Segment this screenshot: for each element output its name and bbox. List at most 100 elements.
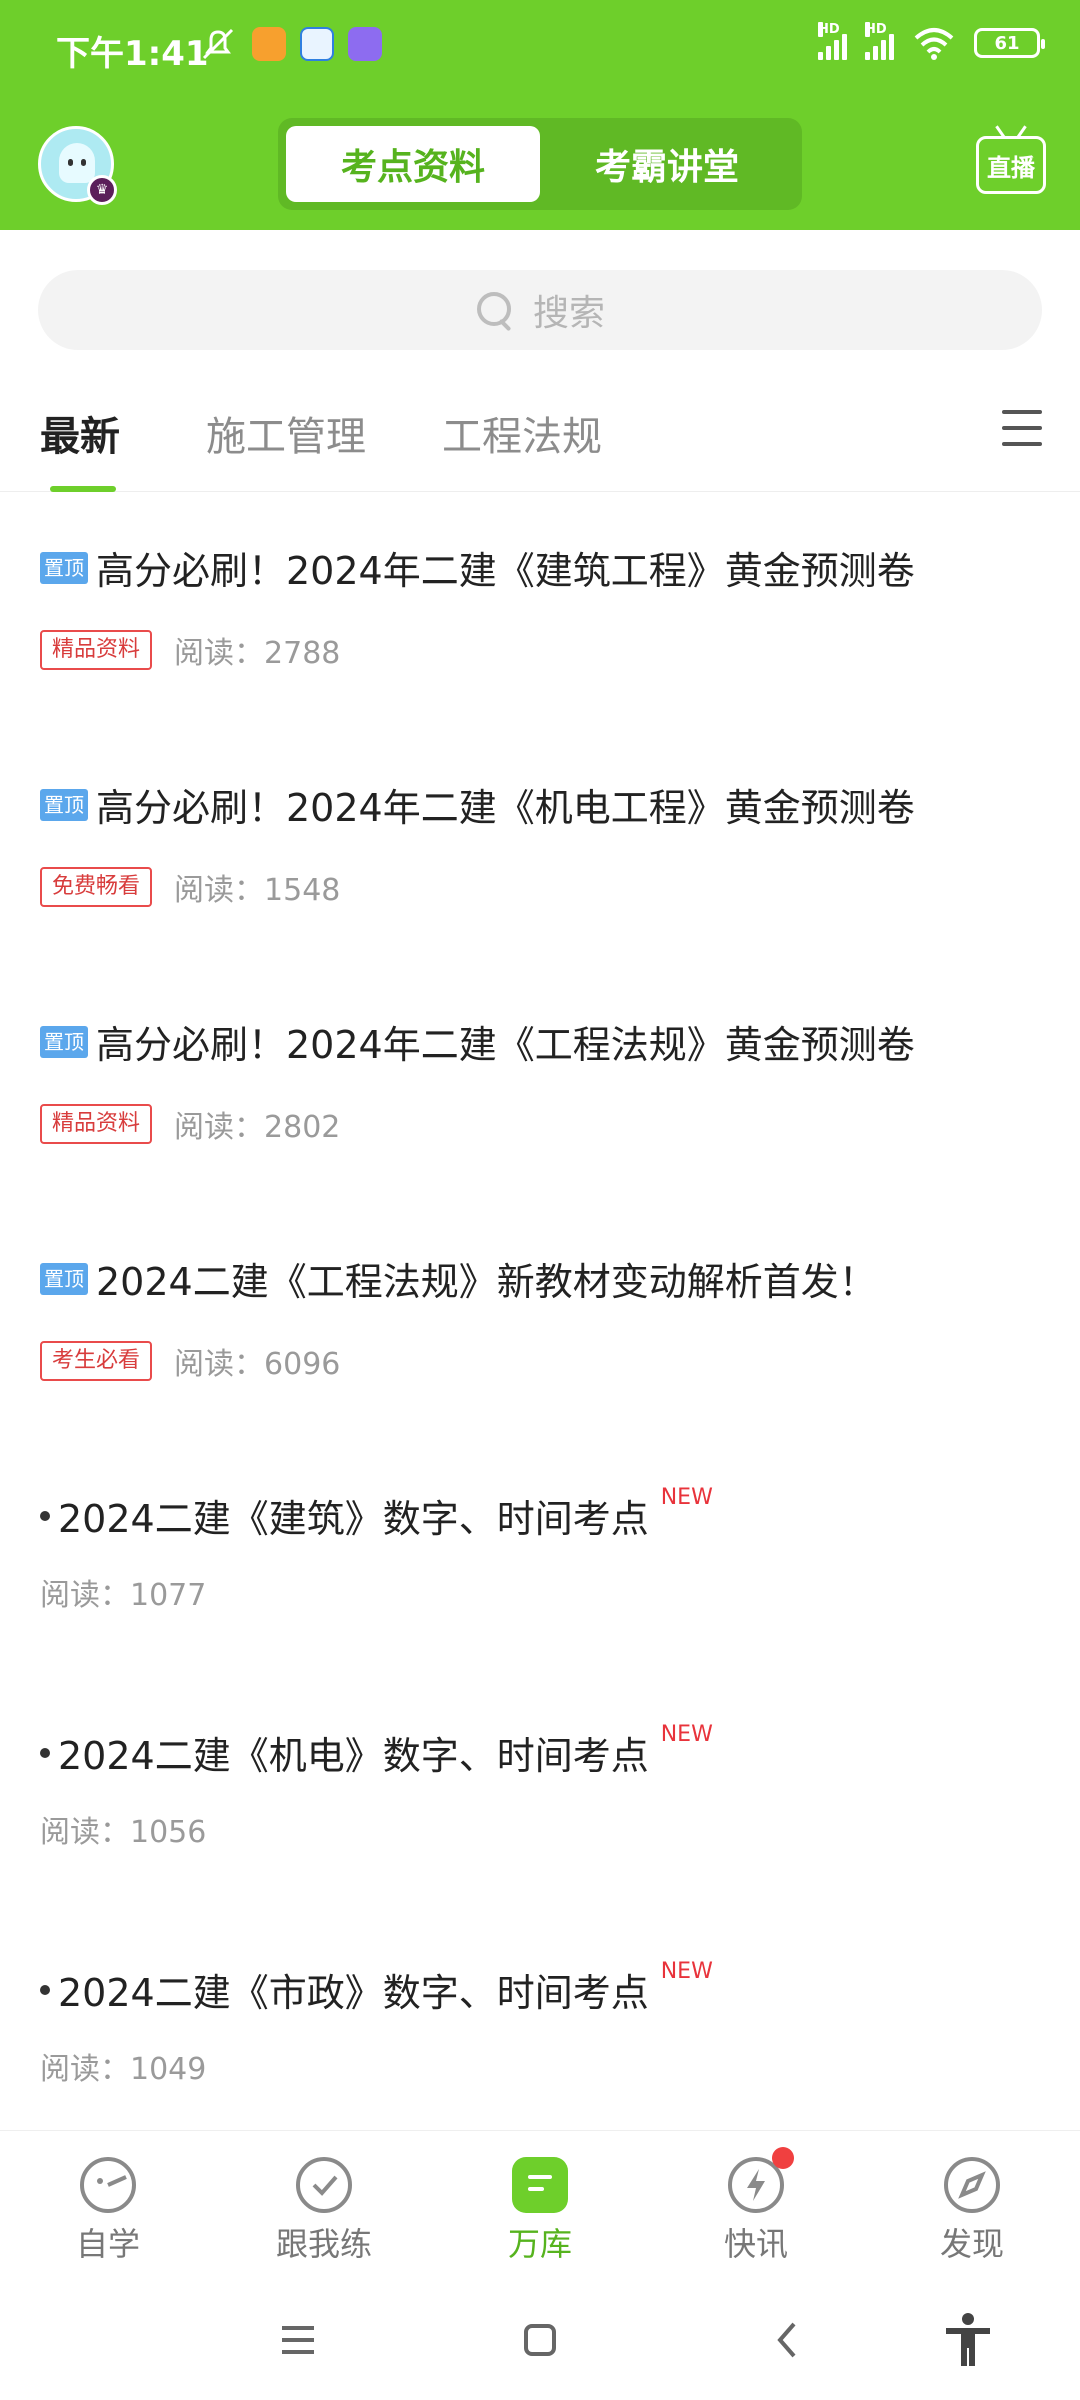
bullet-dot xyxy=(40,1747,50,1758)
new-badge: NEW xyxy=(660,1722,713,1747)
tab-kaodian-ziliao[interactable]: 考点资料 xyxy=(286,126,540,202)
list-item[interactable]: 2024二建《市政》数字、时间考点 NEW 阅读：1049 xyxy=(0,1916,1080,2153)
pinned-badge: 置顶 xyxy=(40,1025,88,1058)
read-count: 阅读：1056 xyxy=(40,1815,207,1850)
mute-bell-icon xyxy=(202,28,234,60)
live-tv-button[interactable]: 直播 xyxy=(976,136,1046,194)
nav-label: 发现 xyxy=(939,2225,1004,2263)
bullet-dot xyxy=(40,1984,50,1995)
category-tabs: 最新 施工管理 工程法规 xyxy=(0,380,1080,492)
compass-icon xyxy=(944,2157,1000,2213)
new-badge: NEW xyxy=(660,1485,713,1510)
pinned-badge: 置顶 xyxy=(40,551,88,584)
tab-engineering-regulations[interactable]: 工程法规 xyxy=(442,404,602,462)
tab-kaoba-jiangtang[interactable]: 考霸讲堂 xyxy=(540,126,794,202)
bullet-dot xyxy=(40,1510,50,1521)
notification-dot xyxy=(772,2147,794,2169)
article-meta: 精品资料 阅读：2802 xyxy=(40,1102,340,1146)
app-notification-icon-purple xyxy=(348,27,382,61)
nav-item-library[interactable]: 万库 xyxy=(460,2157,620,2265)
article-title: 高分必刷！2024年二建《建筑工程》黄金预测卷 xyxy=(96,549,915,593)
article-title-row: 置顶 2024二建《工程法规》新教材变动解析首发！ xyxy=(40,1251,877,1306)
article-title: 2024二建《工程法规》新教材变动解析首发！ xyxy=(96,1260,877,1304)
article-meta: 考生必看 阅读：6096 xyxy=(40,1339,340,1383)
nav-label: 快讯 xyxy=(723,2225,788,2263)
avatar-face xyxy=(59,143,95,183)
menu-icon[interactable] xyxy=(1002,410,1042,446)
tab-latest[interactable]: 最新 xyxy=(40,404,120,462)
read-count: 阅读：1548 xyxy=(174,873,341,908)
recent-apps-icon[interactable] xyxy=(274,2316,322,2364)
read-count: 阅读：6096 xyxy=(174,1347,341,1382)
list-item[interactable]: 2024二建《建筑》数字、时间考点 NEW 阅读：1077 xyxy=(0,1442,1080,1679)
nav-label: 万库 xyxy=(507,2225,572,2263)
read-count: 阅读：2802 xyxy=(174,1110,341,1145)
status-notification-icons xyxy=(198,26,382,62)
status-system-icons: HD HD 61 xyxy=(818,22,1045,60)
article-meta: 阅读：1049 xyxy=(40,2044,206,2088)
wifi-icon xyxy=(914,28,954,60)
app-notification-icon-blue xyxy=(300,27,334,61)
search-placeholder: 搜索 xyxy=(532,293,605,334)
article-meta: 阅读：1077 xyxy=(40,1570,206,1614)
pinned-badge: 置顶 xyxy=(40,1262,88,1295)
list-item[interactable]: 2024二建《机电》数字、时间考点 NEW 阅读：1056 xyxy=(0,1679,1080,1916)
article-title: 2024二建《建筑》数字、时间考点 xyxy=(58,1497,649,1541)
battery-level: 61 xyxy=(994,32,1020,54)
nav-label: 跟我练 xyxy=(275,2225,372,2263)
hd-label: HD xyxy=(818,22,840,37)
nav-item-self-study[interactable]: 自学 xyxy=(28,2157,188,2265)
article-title-row: 2024二建《建筑》数字、时间考点 NEW xyxy=(40,1485,713,1543)
article-title-row: 2024二建《机电》数字、时间考点 NEW xyxy=(40,1722,713,1780)
article-title-row: 置顶 高分必刷！2024年二建《机电工程》黄金预测卷 xyxy=(40,777,915,832)
check-circle-icon xyxy=(296,2157,352,2213)
cellular-signal-icon-2: HD xyxy=(865,22,894,60)
search-bar[interactable]: 搜索 xyxy=(38,270,1042,350)
avatar[interactable]: ♛ xyxy=(38,126,117,205)
self-study-icon xyxy=(80,2157,136,2213)
list-item[interactable]: 置顶 高分必刷！2024年二建《机电工程》黄金预测卷 免费畅看 阅读：1548 xyxy=(0,731,1080,968)
article-title: 高分必刷！2024年二建《机电工程》黄金预测卷 xyxy=(96,786,915,830)
article-tag: 精品资料 xyxy=(40,630,153,670)
vip-badge-icon: ♛ xyxy=(87,175,117,205)
article-list: 置顶 高分必刷！2024年二建《建筑工程》黄金预测卷 精品资料 阅读：2788 … xyxy=(0,494,1080,2153)
article-title-row: 2024二建《市政》数字、时间考点 NEW xyxy=(40,1959,713,2017)
article-tag: 精品资料 xyxy=(40,1104,153,1144)
battery-icon: 61 xyxy=(974,28,1045,58)
read-count: 阅读：2788 xyxy=(174,636,341,671)
back-icon[interactable] xyxy=(764,2316,812,2364)
status-time: 下午1:41 xyxy=(56,34,209,74)
cellular-signal-icon: HD xyxy=(818,22,847,60)
home-icon[interactable] xyxy=(516,2316,564,2364)
app-header: 下午1:41 HD HD 61 ♛ 考点资料 考霸讲堂 直播 xyxy=(0,0,1080,230)
article-title: 高分必刷！2024年二建《工程法规》黄金预测卷 xyxy=(96,1023,915,1067)
new-badge: NEW xyxy=(660,1959,713,1984)
search-icon xyxy=(475,290,515,330)
article-title-row: 置顶 高分必刷！2024年二建《工程法规》黄金预测卷 xyxy=(40,1014,915,1069)
list-item[interactable]: 置顶 2024二建《工程法规》新教材变动解析首发！ 考生必看 阅读：6096 xyxy=(0,1205,1080,1442)
article-meta: 精品资料 阅读：2788 xyxy=(40,628,340,672)
tab-construction-management[interactable]: 施工管理 xyxy=(206,404,366,462)
header-segmented-tabs: 考点资料 考霸讲堂 xyxy=(278,118,802,210)
pinned-badge: 置顶 xyxy=(40,788,88,821)
hd-label-2: HD xyxy=(865,22,887,37)
article-tag: 考生必看 xyxy=(40,1341,153,1381)
article-meta: 阅读：1056 xyxy=(40,1807,206,1851)
list-item[interactable]: 置顶 高分必刷！2024年二建《建筑工程》黄金预测卷 精品资料 阅读：2788 xyxy=(0,494,1080,731)
nav-item-practice[interactable]: 跟我练 xyxy=(244,2157,404,2265)
nav-label: 自学 xyxy=(75,2225,140,2263)
article-title: 2024二建《市政》数字、时间考点 xyxy=(58,1971,649,2015)
app-notification-icon-orange xyxy=(252,27,286,61)
nav-item-news[interactable]: 快讯 xyxy=(676,2147,836,2265)
accessibility-icon[interactable] xyxy=(942,2312,994,2368)
library-icon xyxy=(512,2157,568,2213)
article-title-row: 置顶 高分必刷！2024年二建《建筑工程》黄金预测卷 xyxy=(40,540,915,595)
nav-item-discover[interactable]: 发现 xyxy=(892,2157,1052,2265)
article-title: 2024二建《机电》数字、时间考点 xyxy=(58,1734,649,1778)
article-meta: 免费畅看 阅读：1548 xyxy=(40,865,340,909)
list-item[interactable]: 置顶 高分必刷！2024年二建《工程法规》黄金预测卷 精品资料 阅读：2802 xyxy=(0,968,1080,1205)
status-bar: 下午1:41 HD HD 61 xyxy=(0,0,1080,100)
active-tab-indicator xyxy=(50,486,116,492)
bottom-nav: 自学 跟我练 万库 快讯 发现 xyxy=(0,2130,1080,2280)
system-nav-bar xyxy=(0,2280,1080,2400)
